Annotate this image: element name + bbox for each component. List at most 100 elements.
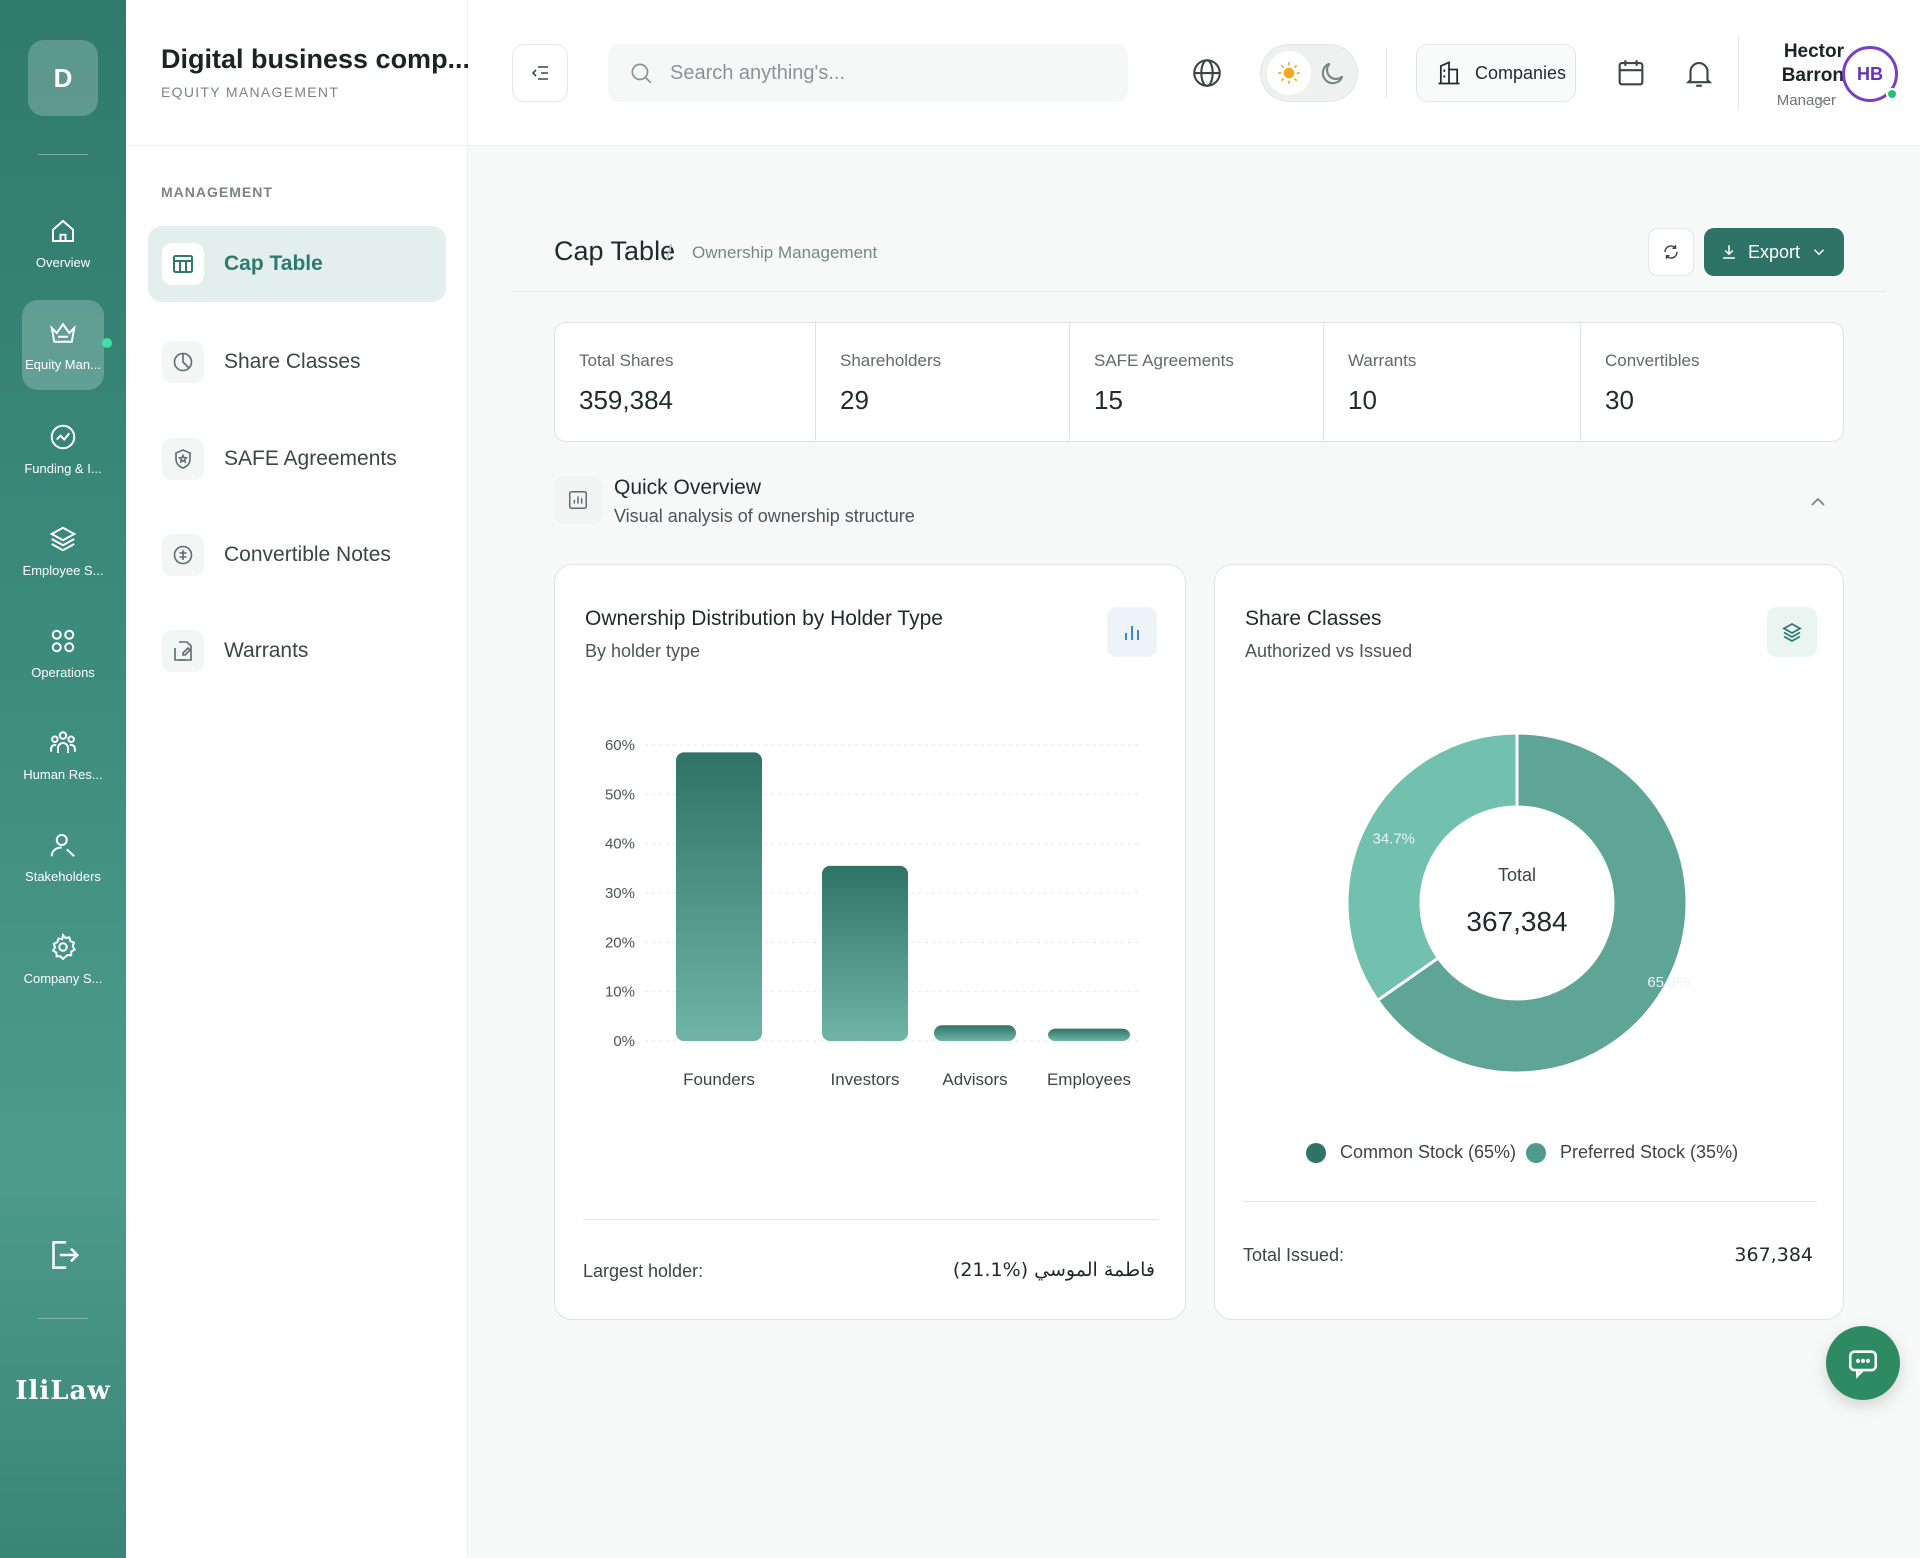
search-input[interactable]: Search anything's... [608,44,1128,102]
layers-icon [49,526,77,552]
page-title: Cap Table [554,236,676,266]
rail-item-stakeholders[interactable]: Stakeholders [14,814,112,900]
sidebar-item-warrants[interactable]: Warrants [148,613,446,689]
theme-toggle[interactable] [1260,44,1358,102]
y-tick-label: 10% [605,984,635,1001]
sidebar-item-safe-agreements[interactable]: SAFE Agreements [148,421,446,497]
chevron-down-icon[interactable] [1816,94,1828,106]
rail-item-company-settings[interactable]: Company S... [14,916,112,1002]
note-icon [162,534,204,576]
bell-icon[interactable] [1682,56,1716,90]
grid-circles-icon [51,629,75,653]
slice-label: 34.7% [1372,831,1415,848]
sun-icon[interactable] [1267,51,1311,95]
stat-label: Total Shares [579,351,674,370]
header-divider [1738,36,1739,110]
donut-slice-preferred-stock [1345,731,1519,1003]
card-subtitle: Authorized vs Issued [1245,641,1413,661]
stat-safe-agreements: SAFE Agreements 15 [1070,323,1324,441]
collapse-sidebar-button[interactable] [512,44,568,102]
ownership-bar-chart: 0% 10% 20% 30% 40% 50% 60% Founders Investors Adv… [605,737,1139,1089]
rail-label: Human Res... [23,767,103,782]
company-avatar[interactable]: D [28,40,98,116]
brand-logo: IliLaw [15,1376,111,1406]
y-tick-label: 40% [605,836,635,853]
rail-item-employee[interactable]: Employee S... [14,508,112,594]
buildings-icon [1438,61,1460,85]
trend-icon [50,424,76,450]
user-first-name: Hector [1783,41,1844,62]
breadcrumb[interactable]: Ownership Management [692,243,877,263]
rail-item-overview[interactable]: Overview [14,200,112,286]
bar-investors [822,865,908,1041]
refresh-icon [1664,245,1678,259]
sidebar-item-label: Cap Table [224,252,323,275]
card-divider [1243,1201,1817,1202]
legend-item-preferred-stock[interactable]: Preferred Stock (35%) [1526,1142,1738,1163]
page-heading-bar: Cap Table / Ownership Management Export [512,214,1886,292]
stat-label: Convertibles [1605,351,1700,370]
stat-value: 359,384 [579,385,673,415]
globe-icon[interactable] [1190,56,1224,90]
online-status-dot [1886,88,1898,100]
legend-swatch [1306,1142,1326,1163]
module-name: EQUITY MANAGEMENT [161,84,340,100]
rail-item-human-resources[interactable]: Human Res... [14,712,112,798]
share-classes-donut-chart: 65.3% 34.7% Total 367,384 [1345,731,1690,1075]
x-tick-label: Employees [1047,1070,1131,1089]
total-issued-value: 367,384 [1734,1244,1813,1266]
crown-icon [50,322,76,343]
layers-icon[interactable] [1767,607,1817,657]
stat-value: 10 [1348,385,1377,415]
export-label: Export [1747,241,1801,262]
rail-item-funding[interactable]: Funding & I... [14,406,112,492]
sidebar-item-convertible-notes[interactable]: Convertible Notes [148,517,446,593]
home-icon [52,219,74,242]
y-tick-label: 60% [605,737,635,754]
bar-founders [676,752,762,1041]
logout-icon[interactable] [44,1236,82,1274]
chevron-up-icon[interactable] [1806,490,1830,514]
card-subtitle: By holder type [585,641,701,661]
legend-item-common-stock[interactable]: Common Stock (65%) [1306,1142,1516,1163]
donut-center-label: Total [1498,865,1536,885]
sidebar-section-label: MANAGEMENT [161,184,273,200]
rail-item-equity-management[interactable]: Equity Man... [22,300,104,390]
sidebar-item-share-classes[interactable]: Share Classes [148,324,446,400]
calendar-icon[interactable] [1614,56,1648,90]
stat-total-shares: Total Shares 359,384 [555,323,816,441]
largest-holder-label: Largest holder: [583,1261,704,1281]
stat-convertibles: Convertibles 30 [1581,323,1843,441]
sidebar-item-cap-table[interactable]: Cap Table [148,226,446,302]
bar-chart-icon [554,476,602,524]
active-indicator-dot [102,338,112,348]
people-icon [50,731,76,753]
y-tick-label: 30% [605,885,635,902]
user-name[interactable]: Hector Barron [1748,40,1844,88]
icon-rail: D Overview Equity Man... Funding & I... … [0,0,126,1558]
stat-value: 29 [840,385,869,415]
card-title: Share Classes [1245,607,1382,630]
refresh-button[interactable] [1648,228,1694,276]
stat-label: Shareholders [840,351,942,370]
total-issued-label: Total Issued: [1243,1245,1345,1265]
company-name: Digital business comp... [161,44,471,74]
pie-icon [162,341,204,383]
module-sidebar: Digital business comp... EQUITY MANAGEME… [126,0,471,1558]
export-button[interactable]: Export [1704,228,1844,276]
rail-item-operations[interactable]: Operations [14,610,112,696]
user-icon [50,834,75,857]
download-icon [1722,245,1735,259]
companies-button[interactable]: Companies [1416,44,1576,102]
ownership-distribution-card: Ownership Distribution by Holder Type By… [554,564,1186,1320]
x-tick-label: Advisors [942,1070,1007,1089]
stats-summary: Total Shares 359,384 Shareholders 29 SAF… [554,322,1844,442]
bar-chart-icon[interactable] [1107,607,1157,657]
moon-icon[interactable] [1317,57,1349,89]
rail-label: Overview [35,255,91,270]
stat-label: Warrants [1348,351,1417,370]
stat-shareholders: Shareholders 29 [816,323,1070,441]
stat-warrants: Warrants 10 [1324,323,1581,441]
chat-button[interactable] [1826,1326,1900,1400]
legend-label: Preferred Stock (35%) [1560,1142,1739,1162]
